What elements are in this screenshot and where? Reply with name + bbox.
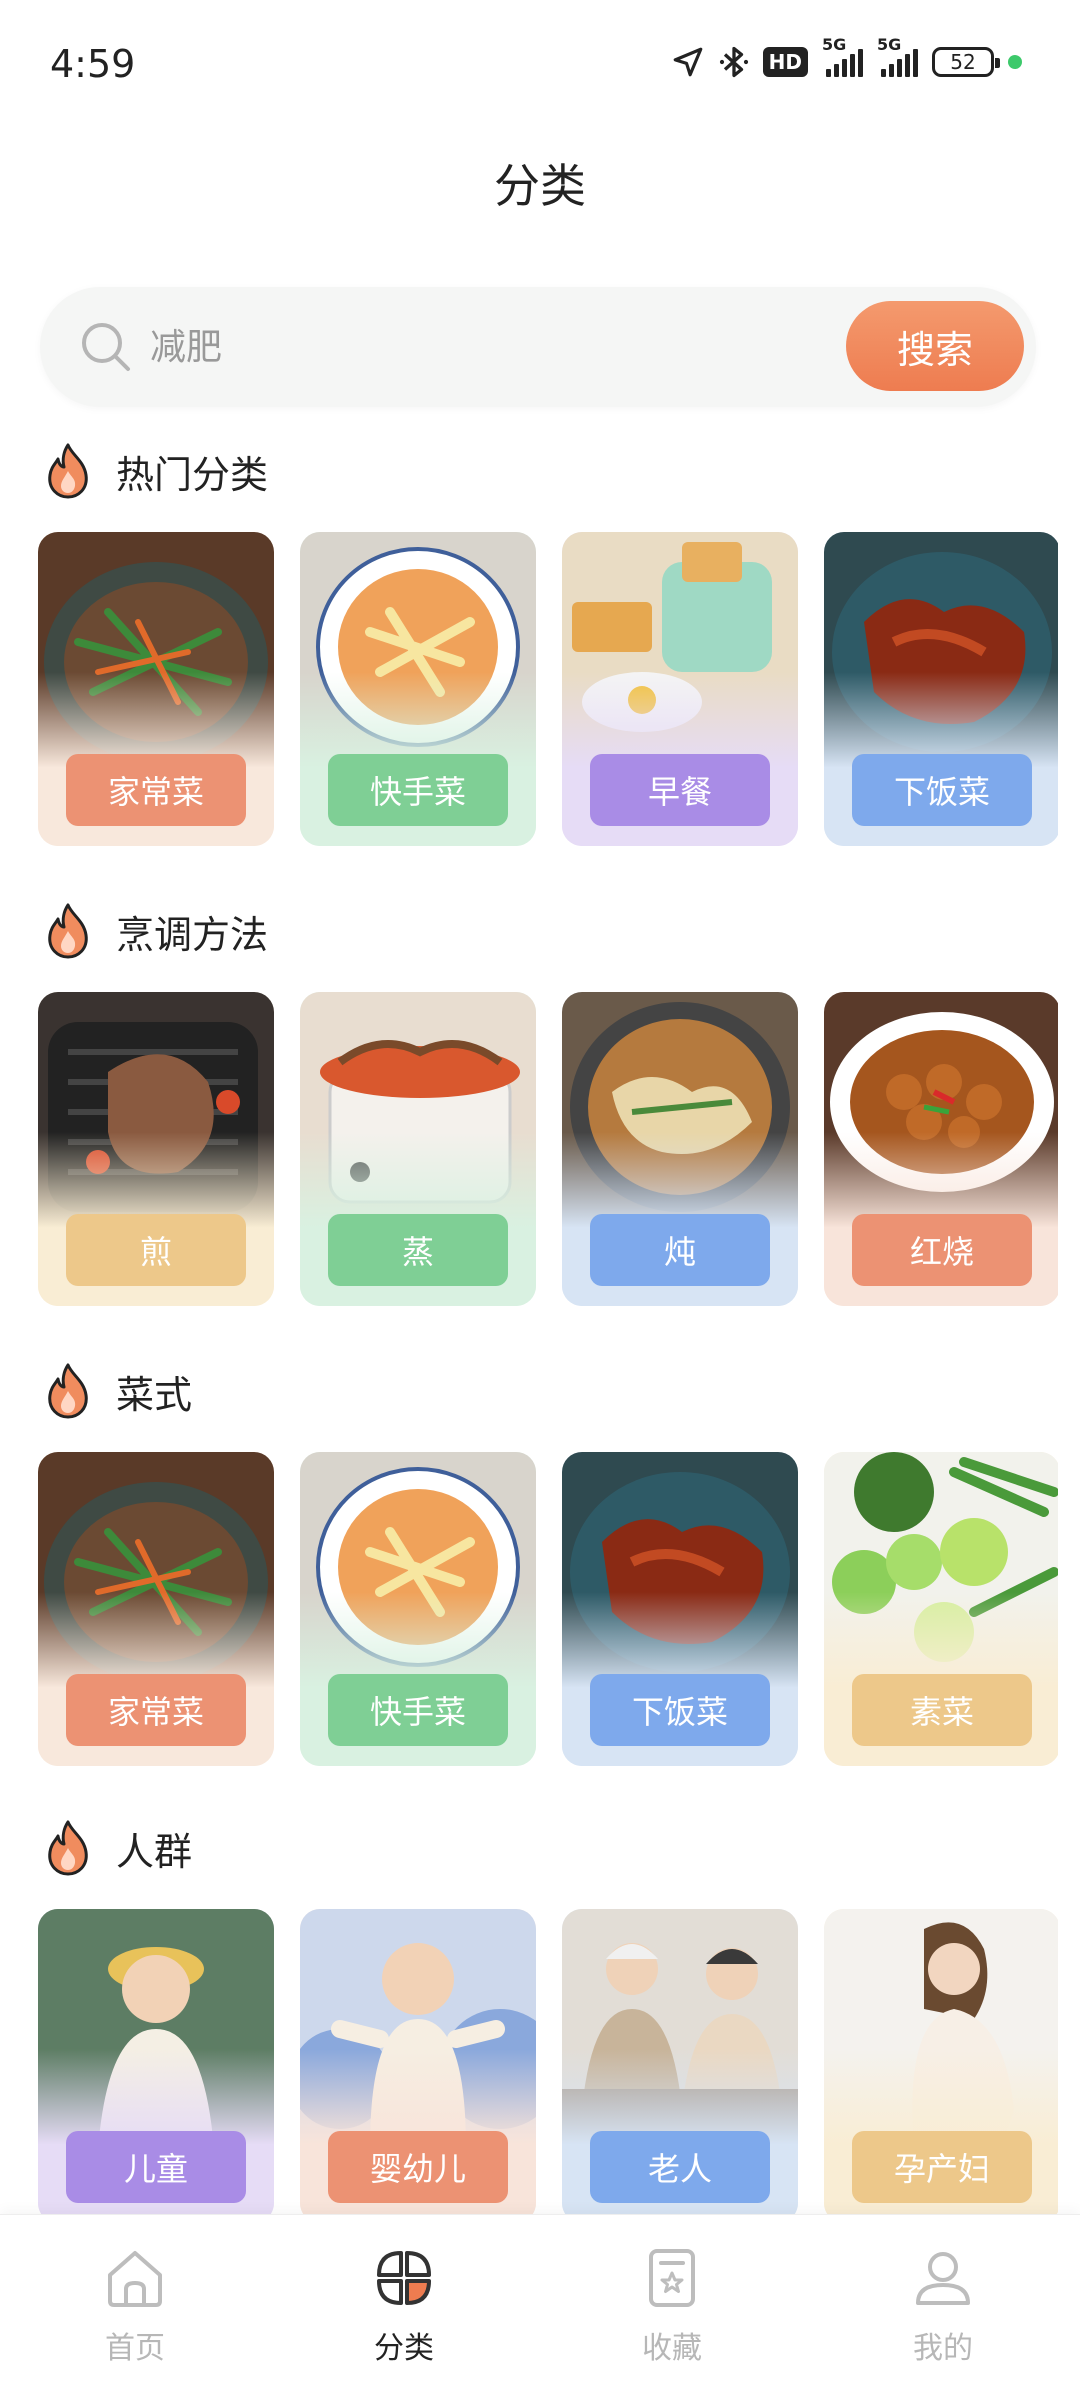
location-icon — [671, 45, 705, 79]
card-label: 老人 — [590, 2131, 770, 2203]
category-card-vegetarian[interactable]: 素菜 — [824, 1452, 1058, 1766]
nav-label: 我的 — [913, 2331, 973, 2366]
signal-tag: 5G — [877, 35, 902, 54]
search-input[interactable] — [150, 317, 750, 377]
card-label: 红烧 — [852, 1214, 1032, 1286]
section-title: 菜式 — [116, 1372, 193, 1417]
category-card-pregnant-women[interactable]: 孕产妇 — [824, 1909, 1058, 2215]
card-label: 素菜 — [852, 1674, 1032, 1746]
signal-tag: 5G — [822, 35, 847, 54]
card-label: 孕产妇 — [852, 2131, 1032, 2203]
flame-icon — [48, 1363, 88, 1419]
search-bar: 搜索 — [40, 287, 1036, 407]
battery-level: 52 — [950, 50, 976, 74]
status-time: 4:59 — [50, 42, 136, 86]
card-row: 煎 蒸 炖 红烧 — [38, 992, 1058, 1308]
nav-label: 分类 — [374, 2331, 434, 2366]
signal-icon: 5G — [822, 35, 863, 77]
favorites-icon — [649, 2249, 695, 2307]
category-card-stew[interactable]: 炖 — [562, 992, 798, 1306]
nav-label: 收藏 — [642, 2331, 702, 2366]
bluetooth-icon — [719, 44, 749, 80]
card-label: 婴幼儿 — [328, 2131, 508, 2203]
nav-item-profile[interactable]: 我的 — [843, 2235, 1043, 2385]
hd-badge: HD — [762, 47, 808, 77]
category-card-rice-dishes[interactable]: 下饭菜 — [562, 1452, 798, 1766]
section-title: 烹调方法 — [116, 912, 269, 957]
search-button[interactable]: 搜索 — [846, 301, 1024, 391]
category-card-rice-dishes[interactable]: 下饭菜 — [824, 532, 1058, 846]
status-icons: HD 5G 5G 52 — [671, 35, 1022, 80]
section-header: 烹调方法 — [40, 896, 268, 966]
category-card-pan-fry[interactable]: 煎 — [38, 992, 274, 1306]
category-card-braise[interactable]: 红烧 — [824, 992, 1058, 1306]
card-label: 蒸 — [328, 1214, 508, 1286]
section-header: 热门分类 — [40, 436, 268, 506]
card-label: 炖 — [590, 1214, 770, 1286]
battery-icon: 52 — [932, 47, 1000, 77]
flame-icon — [48, 903, 88, 959]
card-label: 下饭菜 — [590, 1674, 770, 1746]
category-card-home-cooking[interactable]: 家常菜 — [38, 532, 274, 846]
nav-label: 首页 — [105, 2331, 165, 2366]
status-bar: 4:59 HD 5G 5G 52 — [0, 0, 1080, 130]
category-card-quick-dishes[interactable]: 快手菜 — [300, 532, 536, 846]
category-card-quick-dishes[interactable]: 快手菜 — [300, 1452, 536, 1766]
category-icon — [377, 2251, 431, 2305]
category-card-breakfast[interactable]: 早餐 — [562, 532, 798, 846]
card-label: 煎 — [66, 1214, 246, 1286]
section-title: 热门分类 — [116, 452, 269, 497]
card-label: 快手菜 — [328, 754, 508, 826]
card-label: 家常菜 — [66, 1674, 246, 1746]
section-header: 菜式 — [40, 1356, 192, 1426]
card-row: 儿童 婴幼儿 老人 孕产妇 — [38, 1909, 1058, 2215]
category-card-infants[interactable]: 婴幼儿 — [300, 1909, 536, 2215]
nav-item-home[interactable]: 首页 — [35, 2235, 235, 2385]
flame-icon — [48, 1820, 88, 1876]
card-label: 下饭菜 — [852, 754, 1032, 826]
card-label: 儿童 — [66, 2131, 246, 2203]
category-card-home-cooking[interactable]: 家常菜 — [38, 1452, 274, 1766]
card-label: 早餐 — [590, 754, 770, 826]
profile-icon — [916, 2252, 970, 2305]
signal-icon: 5G — [877, 35, 918, 77]
card-label: 快手菜 — [328, 1674, 508, 1746]
bottom-nav: 首页 分类 收藏 我的 — [0, 2214, 1080, 2400]
section-title: 人群 — [116, 1829, 193, 1874]
search-icon — [82, 323, 130, 371]
page-title: 分类 — [494, 159, 586, 213]
flame-icon — [48, 443, 88, 499]
section-header: 人群 — [40, 1813, 192, 1883]
card-row: 家常菜 快手菜 下饭菜 素菜 — [38, 1452, 1058, 1768]
category-card-children[interactable]: 儿童 — [38, 1909, 274, 2215]
privacy-indicator-dot — [1008, 55, 1022, 69]
card-label: 家常菜 — [66, 754, 246, 826]
nav-item-category[interactable]: 分类 — [304, 2235, 504, 2385]
category-card-steam[interactable]: 蒸 — [300, 992, 536, 1306]
home-icon — [108, 2251, 162, 2307]
category-card-elderly[interactable]: 老人 — [562, 1909, 798, 2215]
nav-item-favorites[interactable]: 收藏 — [572, 2235, 772, 2385]
card-row: 家常菜 快手菜 早餐 下饭菜 — [38, 532, 1058, 848]
